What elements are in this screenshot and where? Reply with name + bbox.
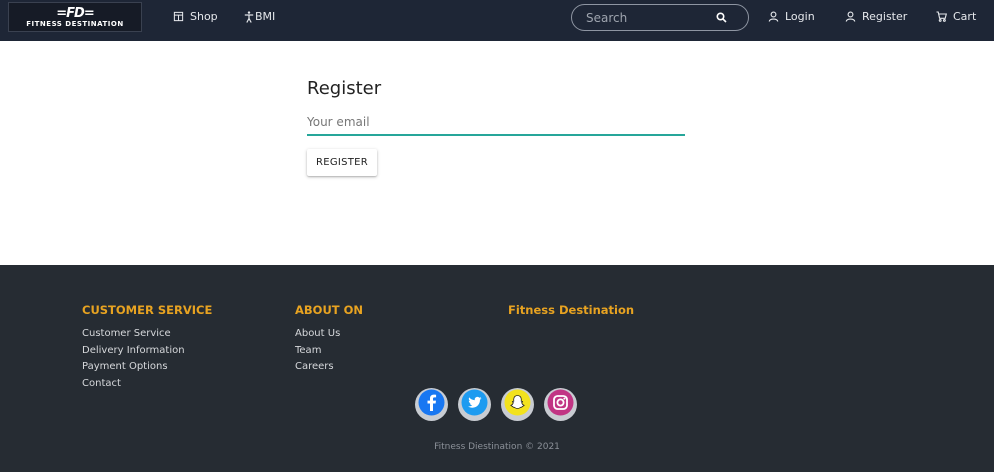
footer: CUSTOMER SERVICE Customer Service Delive… <box>0 265 994 472</box>
nav-shop-link[interactable]: Shop <box>173 0 218 33</box>
social-links <box>415 388 577 421</box>
nav-bmi-link[interactable]: BMI <box>244 0 275 33</box>
nav-bmi-label: BMI <box>255 10 276 23</box>
instagram-icon <box>547 389 574 420</box>
customer-service-column: CUSTOMER SERVICE Customer Service Delive… <box>82 303 212 392</box>
accessibility-icon <box>244 10 254 23</box>
logo-mark: =FD= <box>56 5 94 21</box>
user-icon <box>845 11 856 22</box>
nav-login-link[interactable]: Login <box>768 0 815 33</box>
nav-cart-link[interactable]: Cart <box>936 0 976 33</box>
twitter-icon <box>461 389 488 420</box>
search-input[interactable] <box>586 9 706 26</box>
nav-register-link[interactable]: Register <box>845 0 907 33</box>
about-column: ABOUT ON About Us Team Careers <box>295 303 363 376</box>
logo-text: FITNESS DESTINATION <box>26 19 124 28</box>
search-icon[interactable] <box>716 12 727 26</box>
nav-register-label: Register <box>862 10 908 23</box>
footer-link-team[interactable]: Team <box>295 343 363 360</box>
nav-login-label: Login <box>785 10 815 23</box>
brand-heading: Fitness Destination <box>508 303 635 317</box>
copyright-text: Fitness Diestination © 2021 <box>434 442 560 452</box>
footer-link-customer-service[interactable]: Customer Service <box>82 326 212 343</box>
nav-shop-label: Shop <box>190 10 218 23</box>
footer-link-delivery-information[interactable]: Delivery Information <box>82 343 212 360</box>
search-box <box>571 4 749 31</box>
footer-link-payment-options[interactable]: Payment Options <box>82 359 212 376</box>
footer-link-careers[interactable]: Careers <box>295 359 363 376</box>
footer-link-contact[interactable]: Contact <box>82 376 212 393</box>
nav-cart-label: Cart <box>953 10 977 23</box>
email-field[interactable] <box>307 112 685 136</box>
footer-link-about-us[interactable]: About Us <box>295 326 363 343</box>
page-title: Register <box>307 78 382 99</box>
instagram-link[interactable] <box>544 388 577 421</box>
twitter-link[interactable] <box>458 388 491 421</box>
user-icon <box>768 11 779 22</box>
facebook-icon <box>418 389 445 420</box>
register-button[interactable]: REGISTER <box>307 149 377 176</box>
snapchat-icon <box>504 389 531 420</box>
customer-service-heading: CUSTOMER SERVICE <box>82 303 213 317</box>
cart-icon <box>936 11 947 22</box>
brand-column: Fitness Destination <box>508 303 634 326</box>
store-icon <box>173 11 184 22</box>
snapchat-link[interactable] <box>501 388 534 421</box>
brand-logo[interactable]: =FD= FITNESS DESTINATION <box>8 2 142 32</box>
facebook-link[interactable] <box>415 388 448 421</box>
about-heading: ABOUT ON <box>295 303 364 317</box>
navbar: =FD= FITNESS DESTINATION Shop BMI Search… <box>0 0 994 41</box>
